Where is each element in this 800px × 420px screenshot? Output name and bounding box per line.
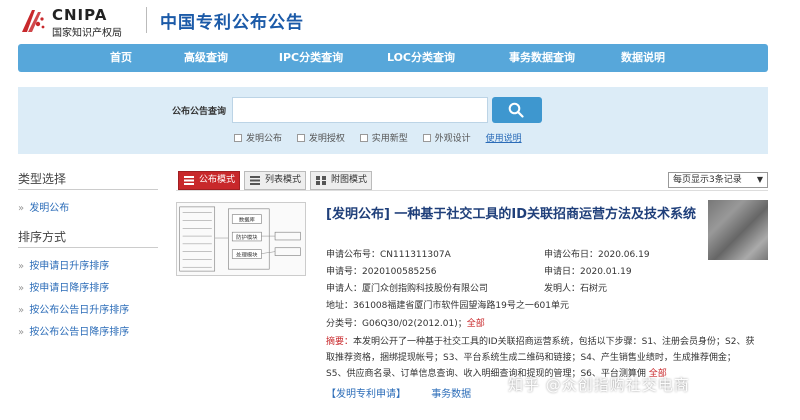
tab-list-mode[interactable]: 列表模式: [244, 171, 306, 190]
sort-heading: 排序方式: [18, 226, 158, 248]
checkbox-invention-publication[interactable]: 发明公布: [234, 131, 282, 144]
applicant-field: 申请人：厦门众创指购科技股份有限公司: [326, 284, 489, 294]
app-date-field: 申请日：2020.01.19: [544, 267, 632, 277]
classification-all-link[interactable]: 全部: [467, 319, 485, 329]
search-icon: [508, 102, 524, 118]
diagram-box-database: 数据库: [239, 215, 256, 223]
nav-data-description[interactable]: 数据说明: [608, 44, 678, 72]
main-nav: 首页 高级查询 IPC分类查询 LOC分类查询 事务数据查询 数据说明: [18, 44, 768, 72]
address-field: 地址：361008福建省厦门市软件园望海路19号之一601单元: [326, 301, 570, 311]
tab-publication-mode[interactable]: 公布模式: [178, 171, 240, 190]
pub-no-field: 申请公布号：CN111311307A: [326, 250, 451, 260]
type-checkboxes: 发明公布 发明授权 实用新型 外观设计 使用说明: [234, 131, 522, 145]
search-button[interactable]: [492, 97, 542, 123]
header-divider: [146, 7, 147, 33]
sort-app-date-desc[interactable]: » 按申请日降序排序: [18, 278, 158, 300]
checkbox-design[interactable]: 外观设计: [422, 131, 471, 144]
site-header: CNIPA 国家知识产权局 中国专利公布公告: [0, 0, 800, 42]
transaction-data-link[interactable]: 事务数据: [431, 389, 471, 400]
applicant-avatar: [708, 200, 768, 260]
checkbox-invention-grant[interactable]: 发明授权: [296, 131, 345, 144]
result-title[interactable]: [发明公布] 一种基于社交工具的ID关联招商运营方法及技术系统: [326, 206, 706, 224]
cnipa-logo[interactable]: CNIPA 国家知识产权局: [18, 4, 142, 39]
result-links: 【发明专利申请】 事务数据: [326, 385, 493, 400]
chevron-down-icon: ▼: [756, 175, 763, 184]
logo-subtitle: 国家知识产权局: [52, 28, 122, 39]
view-toolbar: 公布模式 列表模式 附图模式 每页显示3条记录 ▼: [176, 171, 768, 191]
list-icon: [184, 176, 194, 185]
invention-application-link[interactable]: 【发明专利申请】: [326, 389, 406, 400]
records-per-page-select[interactable]: 每页显示3条记录 ▼: [668, 172, 768, 188]
cnipa-emblem-icon: [22, 10, 45, 32]
sidebar: 类型选择 » 发明公布 排序方式 » 按申请日升序排序 » 按申请日降序排序 »…: [18, 168, 158, 418]
search-panel: 公布公告查询 发明公布 发明授权 实用新型 外观设计 使用说明: [18, 87, 768, 154]
patent-drawing-thumbnail[interactable]: 数据库 防护模块 处理模块: [176, 202, 306, 276]
diagram-box-processing: 处理模块: [236, 251, 258, 259]
diagram-box-protection: 防护模块: [236, 233, 258, 241]
nav-home[interactable]: 首页: [86, 44, 156, 72]
table-icon: [250, 176, 260, 185]
inventor-field: 发明人：石树元: [544, 284, 608, 294]
pub-date-field: 申请公布日：2020.06.19: [544, 250, 650, 260]
tab-image-mode[interactable]: 附图模式: [310, 171, 372, 190]
help-link[interactable]: 使用说明: [486, 134, 522, 144]
nav-transaction-search[interactable]: 事务数据查询: [492, 44, 592, 72]
sort-app-date-asc[interactable]: » 按申请日升序排序: [18, 256, 158, 278]
nav-ipc-search[interactable]: IPC分类查询: [266, 44, 356, 72]
search-input[interactable]: [232, 97, 488, 123]
search-label: 公布公告查询: [172, 107, 227, 117]
logo-text: CNIPA: [52, 6, 108, 24]
site-title: 中国专利公布公告: [160, 13, 304, 33]
nav-advanced-search[interactable]: 高级查询: [166, 44, 246, 72]
sort-pub-date-asc[interactable]: » 按公布公告日升序排序: [18, 300, 158, 322]
type-selection-heading: 类型选择: [18, 168, 158, 190]
classification-field: 分类号：G06Q30/02(2012.01)；全部: [326, 319, 485, 329]
checkbox-utility-model[interactable]: 实用新型: [359, 131, 408, 144]
grid-icon: [316, 176, 326, 185]
sidebar-item-invention-publication[interactable]: » 发明公布: [18, 198, 158, 220]
zhihu-watermark: 知乎 @众创指购社交电商: [508, 376, 690, 394]
sort-pub-date-desc[interactable]: » 按公布公告日降序排序: [18, 322, 158, 344]
nav-loc-search[interactable]: LOC分类查询: [376, 44, 466, 72]
app-no-field: 申请号：2020100585256: [326, 267, 437, 277]
